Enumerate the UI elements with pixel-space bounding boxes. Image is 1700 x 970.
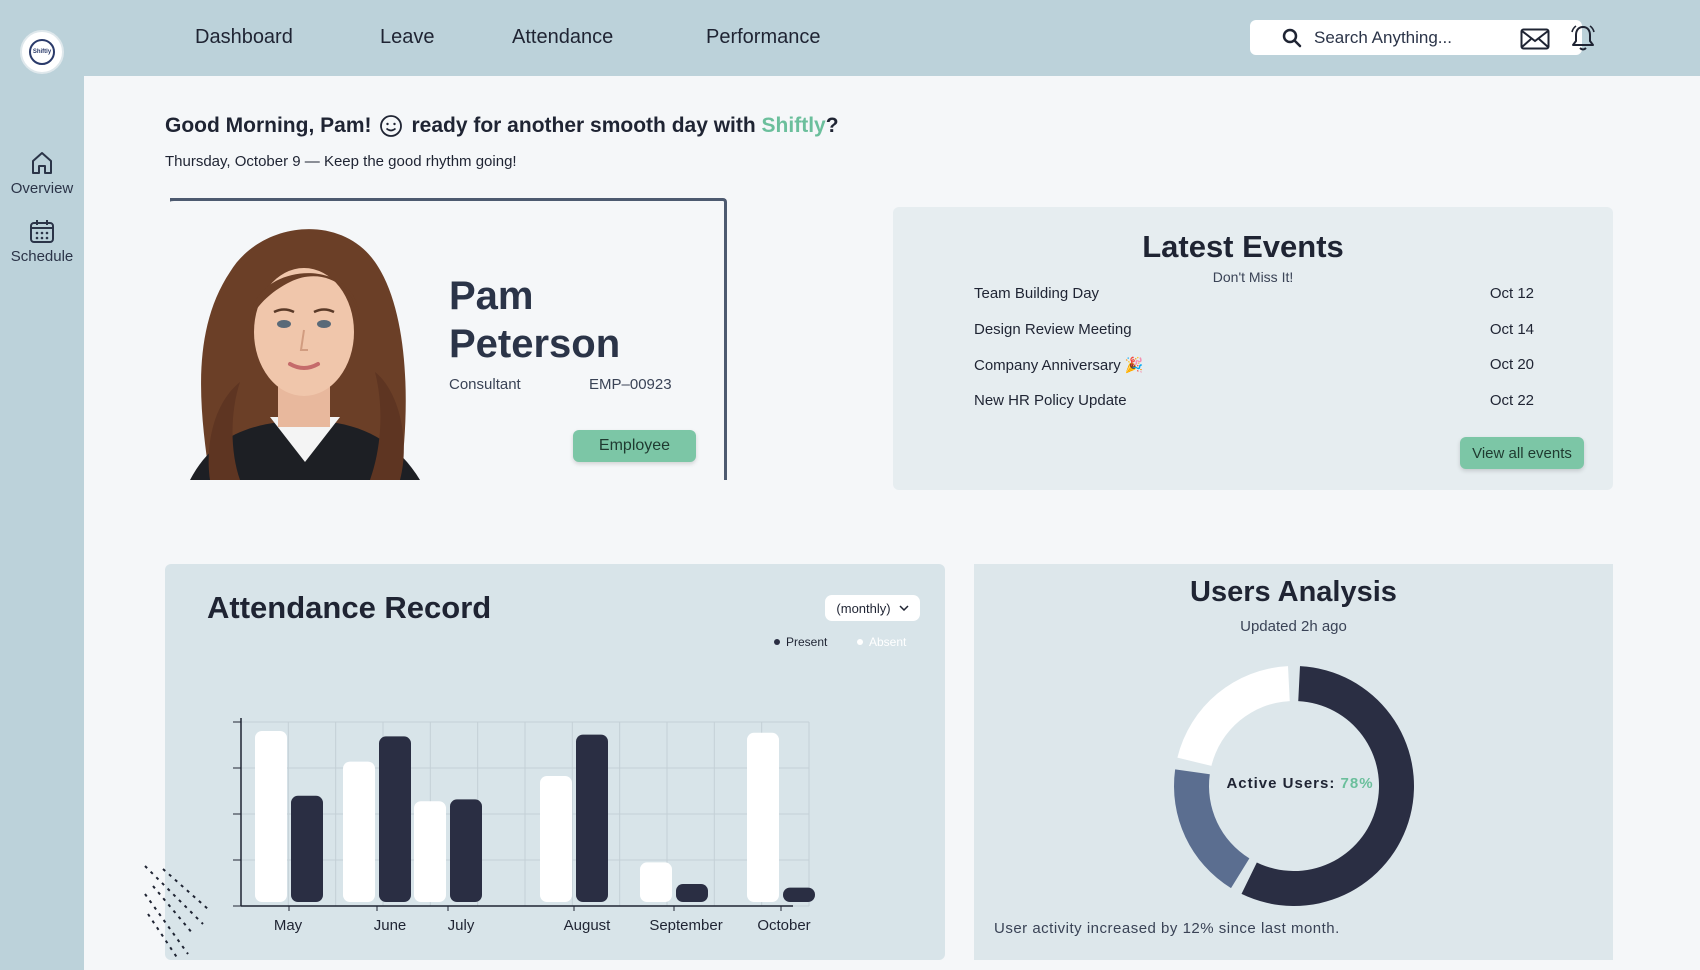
active-users-label: Active Users: 78% bbox=[1200, 775, 1400, 792]
x-tick-label: May bbox=[274, 917, 303, 934]
greeting-prefix: Good Morning, Pam! bbox=[165, 114, 372, 137]
logo-mark: Shiftly bbox=[29, 39, 55, 65]
employee-first-name: Pam bbox=[449, 274, 534, 318]
bar-absent-september bbox=[676, 884, 708, 902]
attendance-card: Attendance Record (monthly) Present Abse… bbox=[144, 564, 945, 960]
greeting-suffix: ? bbox=[825, 114, 839, 137]
bell-icon[interactable] bbox=[1570, 24, 1596, 52]
nav-attendance[interactable]: Attendance bbox=[512, 26, 613, 49]
profile-card-border bbox=[170, 198, 200, 201]
event-name: New HR Policy Update bbox=[974, 392, 1127, 409]
events-subtitle: Don't Miss It! bbox=[1212, 269, 1294, 285]
employee-badge-button[interactable]: Employee bbox=[573, 430, 696, 462]
event-name: Design Review Meeting bbox=[974, 321, 1132, 338]
event-row[interactable]: Team Building Day Oct 12 bbox=[974, 285, 1534, 302]
latest-events-card: Latest Events Don't Miss It! Team Buildi… bbox=[893, 207, 1613, 490]
event-name: Team Building Day bbox=[974, 285, 1100, 302]
profile-photo bbox=[170, 212, 440, 480]
event-date: Oct 20 bbox=[1489, 356, 1534, 373]
sidebar-item-label: Schedule bbox=[10, 248, 74, 265]
nav-leave[interactable]: Leave bbox=[380, 26, 435, 49]
nav-performance[interactable]: Performance bbox=[706, 26, 821, 49]
bar-present-may bbox=[255, 731, 287, 902]
donut-segment-white bbox=[1177, 666, 1290, 766]
event-name: Company Anniversary 🎉 bbox=[974, 357, 1144, 374]
event-row[interactable]: Company Anniversary 🎉 Oct 20 bbox=[974, 356, 1534, 374]
active-users-text: Active Users: bbox=[1226, 775, 1336, 792]
bar-present-september bbox=[640, 862, 672, 902]
event-row[interactable]: Design Review Meeting Oct 14 bbox=[974, 321, 1534, 338]
sidebar: Shiftly Overview Schedule bbox=[0, 0, 84, 970]
users-donut-chart bbox=[1174, 666, 1414, 906]
shiftly-logo[interactable]: Shiftly bbox=[20, 30, 64, 74]
employee-last-name: Peterson bbox=[449, 322, 621, 366]
employee-name: Pam Peterson bbox=[449, 272, 620, 368]
users-analysis-card: Users Analysis Updated 2h ago bbox=[974, 564, 1613, 960]
nav-dashboard[interactable]: Dashboard bbox=[195, 26, 293, 49]
bar-absent-july bbox=[450, 799, 482, 902]
top-nav-bar: Dashboard Leave Attendance Performance bbox=[84, 0, 1700, 76]
event-row[interactable]: New HR Policy Update Oct 22 bbox=[974, 392, 1534, 409]
x-tick-label: October bbox=[757, 917, 810, 934]
events-title: Latest Events bbox=[1142, 229, 1344, 264]
bar-present-june bbox=[343, 761, 375, 902]
view-all-events-button[interactable]: View all events bbox=[1460, 437, 1584, 469]
greeting-brand: Shiftly bbox=[761, 114, 826, 137]
x-tick-label: June bbox=[374, 917, 407, 934]
greeting: Good Morning, Pam! ready for another smo… bbox=[165, 114, 839, 138]
attendance-chart: May June July August September October bbox=[233, 718, 815, 934]
greeting-middle: ready for another smooth day with bbox=[411, 114, 756, 137]
bar-present-july bbox=[414, 801, 446, 902]
active-users-value: 78% bbox=[1340, 775, 1374, 792]
event-date: Oct 12 bbox=[1489, 285, 1534, 302]
bar-absent-august bbox=[576, 734, 608, 902]
employee-id: EMP–00923 bbox=[589, 376, 672, 393]
greeting-subtitle: Thursday, October 9 — Keep the good rhyt… bbox=[165, 153, 517, 170]
x-tick-label: August bbox=[564, 917, 612, 934]
sidebar-item-overview[interactable]: Overview bbox=[0, 150, 84, 197]
logo-text: Shiftly bbox=[32, 49, 52, 55]
x-tick-label: September bbox=[649, 917, 722, 934]
sidebar-item-label: Overview bbox=[10, 180, 74, 197]
bar-present-august bbox=[540, 776, 572, 902]
x-tick-label: July bbox=[448, 917, 475, 934]
bar-present-october bbox=[747, 732, 779, 902]
decorative-dashes bbox=[144, 865, 209, 960]
bar-absent-may bbox=[291, 795, 323, 902]
bar-absent-june bbox=[379, 736, 411, 902]
search-icon bbox=[1282, 28, 1302, 47]
users-analysis-footer: User activity increased by 12% since las… bbox=[994, 920, 1340, 937]
home-icon bbox=[32, 152, 52, 174]
mail-icon[interactable] bbox=[1520, 28, 1550, 50]
calendar-icon bbox=[30, 220, 54, 243]
event-date: Oct 22 bbox=[1489, 392, 1534, 409]
smiley-icon bbox=[380, 115, 403, 137]
sidebar-item-schedule[interactable]: Schedule bbox=[0, 218, 84, 265]
bar-absent-october bbox=[783, 887, 815, 902]
employee-role: Consultant bbox=[449, 376, 521, 393]
event-date: Oct 14 bbox=[1489, 321, 1534, 338]
